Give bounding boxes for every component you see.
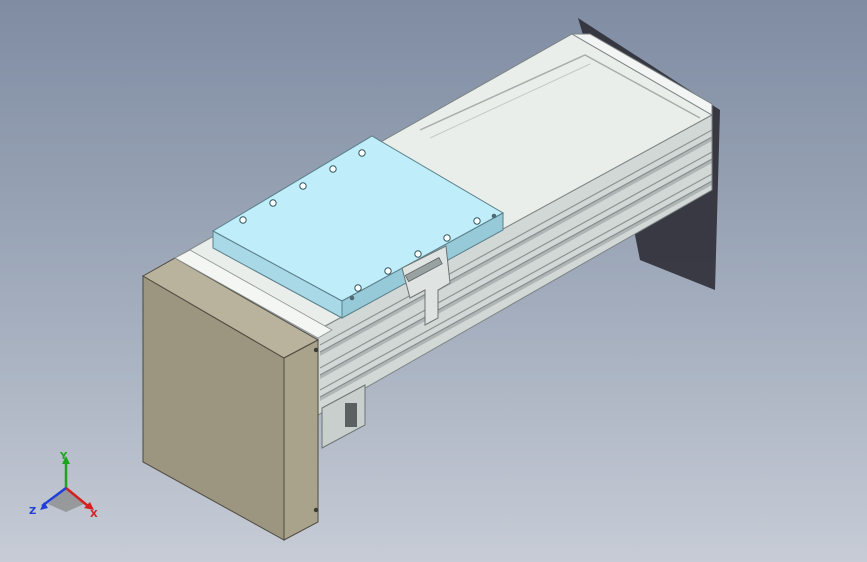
- 3d-viewport[interactable]: Y X Z: [0, 0, 867, 562]
- y-axis-label: Y: [59, 451, 68, 462]
- z-axis-label: Z: [29, 506, 36, 517]
- triad-base: [48, 488, 84, 512]
- connector-port: [345, 403, 357, 427]
- linear-actuator-model[interactable]: [0, 0, 867, 562]
- x-axis-label: X: [90, 509, 98, 520]
- end-plate-side: [283, 339, 319, 541]
- axis-triad: Y X Z: [29, 451, 98, 520]
